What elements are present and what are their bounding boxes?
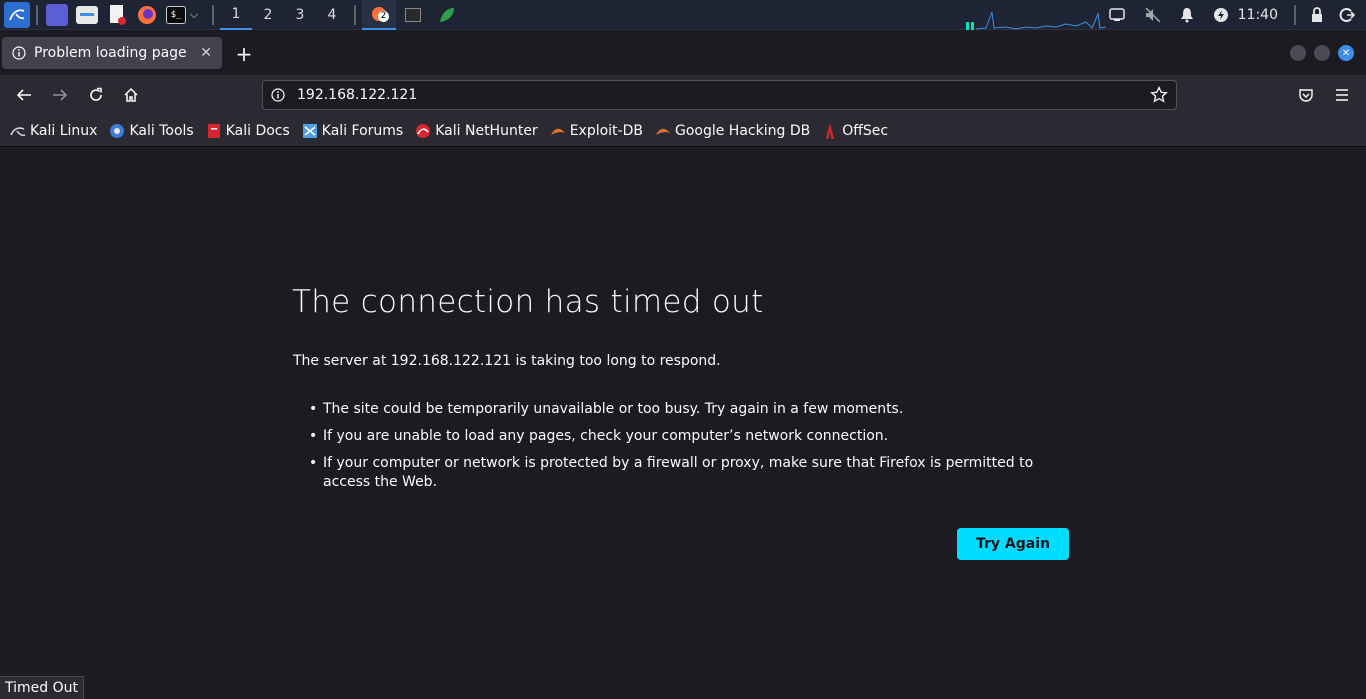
back-arrow-icon (16, 89, 31, 101)
bookmark-google-hacking-db[interactable]: Google Hacking DB (655, 123, 810, 139)
task-green-app[interactable] (430, 0, 464, 30)
app-menu-button[interactable] (1330, 83, 1354, 107)
logout-icon[interactable] (1332, 0, 1362, 30)
nethunter-icon (415, 123, 431, 139)
panel-separator (212, 4, 214, 25)
volume-muted-icon[interactable] (1138, 0, 1168, 30)
bookmark-label: Kali Forums (321, 122, 404, 139)
kali-forums-icon (302, 123, 318, 139)
reload-icon (90, 87, 102, 101)
panel-separator (354, 4, 356, 25)
text-editor-icon[interactable] (106, 4, 128, 26)
panel-separator (36, 4, 38, 25)
bookmarks-toolbar: Kali Linux Kali Tools Kali Docs Kali For… (0, 115, 1366, 147)
power-status-icon[interactable] (1206, 0, 1236, 30)
forward-button[interactable] (48, 83, 72, 107)
error-suggestions: The site could be temporarily unavailabl… (309, 400, 1081, 500)
kali-docs-icon (206, 123, 222, 139)
hamburger-menu-icon (1336, 89, 1348, 101)
list-item: If you are unable to load any pages, che… (309, 427, 1081, 446)
leaf-icon (440, 7, 454, 22)
workspace-3[interactable]: 3 (284, 0, 316, 30)
forward-arrow-icon (53, 89, 68, 101)
notifications-bell-icon[interactable] (1172, 0, 1202, 30)
tab-title: Problem loading page (34, 45, 187, 61)
lock-screen-icon[interactable] (1302, 0, 1332, 30)
bookmark-label: Kali Docs (225, 122, 290, 139)
firefox-launcher-icon[interactable] (136, 4, 158, 26)
task-firefox[interactable]: 2 (362, 0, 396, 30)
minimize-button[interactable] (1290, 45, 1306, 61)
error-description: The server at 192.168.122.121 is taking … (293, 353, 721, 369)
bookmark-kali-forums[interactable]: Kali Forums (302, 123, 403, 139)
list-item: If your computer or network is protected… (309, 454, 1081, 492)
new-tab-button[interactable]: + (232, 43, 256, 67)
file-manager-icon[interactable] (76, 5, 98, 24)
pocket-button[interactable] (1294, 83, 1318, 107)
error-title: The connection has timed out (292, 284, 764, 320)
pocket-icon (1299, 89, 1313, 102)
tab-strip: Problem loading page ✕ + ✕ (0, 31, 1366, 75)
exploit-db-icon (550, 123, 566, 139)
network-graph (966, 11, 1106, 30)
back-button[interactable] (12, 83, 36, 107)
url-bar[interactable]: 192.168.122.121 (262, 80, 1177, 110)
show-desktop-icon[interactable] (46, 3, 68, 26)
bookmark-star-icon[interactable] (1150, 86, 1168, 104)
chevron-down-icon[interactable]: ⌵ (186, 8, 202, 22)
ghdb-icon (655, 123, 671, 139)
try-again-button[interactable]: Try Again (957, 528, 1069, 560)
bookmark-kali-docs[interactable]: Kali Docs (206, 123, 290, 139)
navigation-toolbar: 192.168.122.121 (0, 75, 1366, 115)
bookmark-label: OffSec (842, 122, 889, 139)
panel-clock[interactable]: 11:40 (1238, 7, 1278, 23)
page-content: The connection has timed out The server … (0, 148, 1366, 699)
home-button[interactable] (119, 83, 143, 107)
bookmark-label: Kali Tools (129, 122, 194, 139)
url-text[interactable]: 192.168.122.121 (297, 87, 417, 103)
bookmark-label: Exploit-DB (569, 122, 643, 139)
desktop-panel: $_ ⌵ 1 2 3 4 2 11:40 (0, 0, 1366, 30)
info-icon (12, 46, 26, 60)
bookmark-offsec[interactable]: OffSec (822, 122, 889, 139)
terminal-icon (405, 7, 421, 22)
bookmark-kali-tools[interactable]: Kali Tools (109, 122, 194, 139)
bookmark-kali-linux[interactable]: Kali Linux (10, 123, 97, 139)
task-terminal[interactable] (396, 0, 430, 30)
bookmark-exploit-db[interactable]: Exploit-DB (550, 123, 643, 139)
kali-menu-icon[interactable] (4, 1, 30, 28)
list-item: The site could be temporarily unavailabl… (309, 400, 1081, 419)
status-panel: Timed Out (0, 676, 84, 699)
kali-dragon-icon (10, 123, 26, 139)
workspace-4[interactable]: 4 (316, 0, 348, 30)
kali-tools-icon (109, 123, 125, 139)
maximize-button[interactable] (1314, 45, 1330, 61)
terminal-launcher-icon[interactable]: $_ (166, 5, 186, 24)
bookmark-label: Kali NetHunter (435, 122, 538, 139)
bookmark-label: Google Hacking DB (674, 122, 811, 139)
site-info-icon[interactable] (271, 88, 285, 102)
window-controls: ✕ (1290, 45, 1354, 61)
tab-problem-loading[interactable]: Problem loading page ✕ (2, 37, 222, 69)
close-window-button[interactable]: ✕ (1338, 45, 1354, 61)
bookmark-label: Kali Linux (30, 122, 98, 139)
system-tray: 11:40 (1102, 0, 1366, 30)
offsec-icon (822, 122, 838, 139)
bookmark-kali-nethunter[interactable]: Kali NetHunter (415, 122, 538, 139)
panel-separator (1294, 5, 1296, 25)
display-icon[interactable] (1102, 0, 1132, 30)
tab-close-icon[interactable]: ✕ (200, 45, 212, 61)
workspace-2[interactable]: 2 (252, 0, 284, 30)
reload-button[interactable] (84, 83, 108, 107)
workspace-1[interactable]: 1 (220, 0, 252, 30)
home-icon (124, 87, 138, 102)
task-count-badge: 2 (378, 10, 389, 22)
